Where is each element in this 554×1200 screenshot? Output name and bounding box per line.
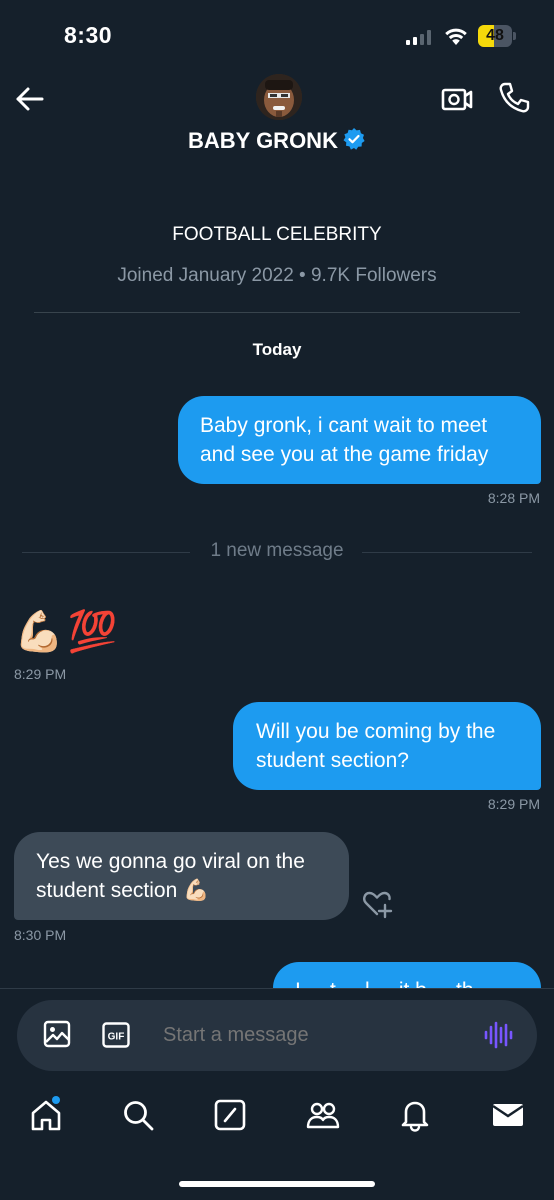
profile-name-row[interactable]: BABY GRONK (0, 128, 554, 154)
profile-meta: Joined January 2022 • 9.7K Followers (117, 265, 437, 286)
message-text: Will you be coming by the (256, 720, 496, 743)
search-icon[interactable] (121, 1098, 155, 1132)
verified-badge-icon (342, 127, 366, 151)
hundred-points-emoji: 💯 (67, 610, 118, 654)
date-separator: Today (252, 340, 302, 359)
message-timestamp: 8:30 PM (14, 927, 67, 943)
flexed-biceps-emoji: 💪🏻 (14, 610, 64, 654)
profile-name: BABY GRONK (188, 128, 338, 153)
message-text: student section? (256, 749, 409, 772)
message-text: Baby gronk, i cant wait to meet (200, 414, 488, 437)
new-message-label: 1 new message (210, 540, 344, 561)
phone-icon[interactable] (497, 81, 531, 115)
status-time: 8:30 (64, 22, 113, 48)
status-bar: 8:30 48 (0, 0, 554, 70)
image-icon[interactable] (43, 1020, 71, 1048)
gif-button[interactable]: GIF (102, 1022, 130, 1048)
video-call-icon[interactable] (441, 84, 473, 114)
heart-plus-icon[interactable] (361, 888, 393, 920)
voice-message-icon[interactable] (483, 1020, 513, 1050)
notifications-icon[interactable] (398, 1098, 432, 1132)
message-text: and see you at the game friday (200, 443, 489, 466)
communities-icon[interactable] (306, 1098, 340, 1132)
message-input[interactable] (163, 1020, 463, 1050)
message-bubble-outgoing[interactable]: Will you be coming by the student sectio… (233, 702, 541, 790)
back-arrow-icon[interactable] (14, 84, 46, 114)
message-text: student section 💪🏻 (36, 879, 210, 902)
compose-icon[interactable] (213, 1098, 247, 1132)
message-text: Yes we gonna go viral on the (36, 850, 305, 873)
message-timestamp: 8:28 PM (487, 490, 540, 506)
message-bubble-outgoing[interactable]: Baby gronk, i cant wait to meet and see … (178, 396, 541, 484)
message-bubble-incoming[interactable]: Yes we gonna go viral on the student sec… (14, 832, 349, 920)
home-indicator (179, 1181, 375, 1187)
new-message-separator: 1 new message (22, 540, 532, 564)
message-composer: GIF (17, 1000, 537, 1071)
avatar[interactable] (256, 74, 302, 120)
message-timestamp: 8:29 PM (487, 796, 540, 812)
divider (34, 312, 520, 313)
battery-percentage: 48 (486, 27, 504, 44)
wifi-icon (444, 26, 468, 46)
cell-signal-icon (406, 29, 431, 45)
messages-icon[interactable] (491, 1098, 525, 1132)
message-timestamp: 8:29 PM (14, 666, 67, 682)
gif-label: GIF (108, 1032, 125, 1043)
battery-icon: 48 (478, 25, 516, 47)
message-emoji[interactable]: 💪🏻 💯 (14, 607, 118, 657)
home-notification-dot (52, 1096, 60, 1104)
profile-bio: FOOTBALL CELEBRITY (172, 224, 382, 245)
